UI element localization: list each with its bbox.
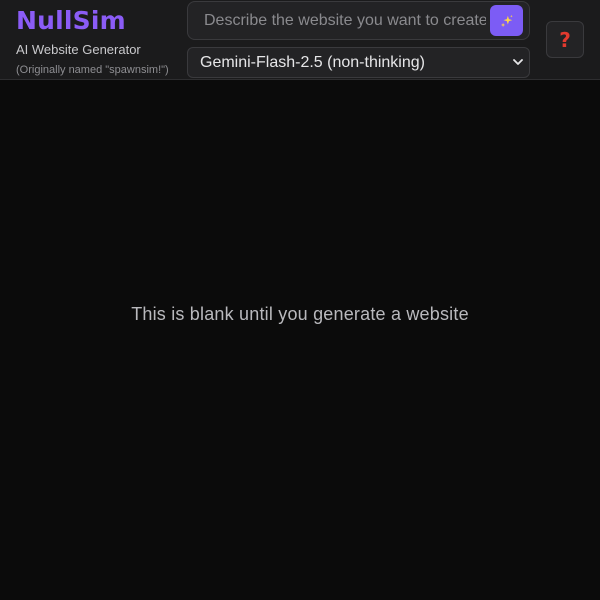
preview-area: This is blank until you generate a websi… xyxy=(0,81,600,600)
model-select-value: Gemini-Flash-2.5 (non-thinking) xyxy=(200,53,425,71)
app-subtitle: AI Website Generator xyxy=(16,42,141,57)
help-button[interactable]: ? xyxy=(546,21,584,58)
chevron-down-icon xyxy=(513,59,523,65)
website-description-input[interactable] xyxy=(188,2,486,39)
app-former-name-note: (Originally named "spawnsim!") xyxy=(16,64,169,76)
app-title: NullSim xyxy=(16,6,126,35)
app-window: NullSim AI Website Generator (Originally… xyxy=(0,0,600,600)
brand: NullSim AI Website Generator (Originally… xyxy=(16,6,169,77)
question-mark-icon: ? xyxy=(559,27,571,52)
sparkles-icon xyxy=(500,14,513,27)
blank-preview-message: This is blank until you generate a websi… xyxy=(131,304,469,324)
header: NullSim AI Website Generator (Originally… xyxy=(0,0,600,80)
generate-button[interactable] xyxy=(490,5,523,36)
model-select[interactable]: Gemini-Flash-2.5 (non-thinking) xyxy=(187,47,530,78)
prompt-box xyxy=(187,1,530,40)
